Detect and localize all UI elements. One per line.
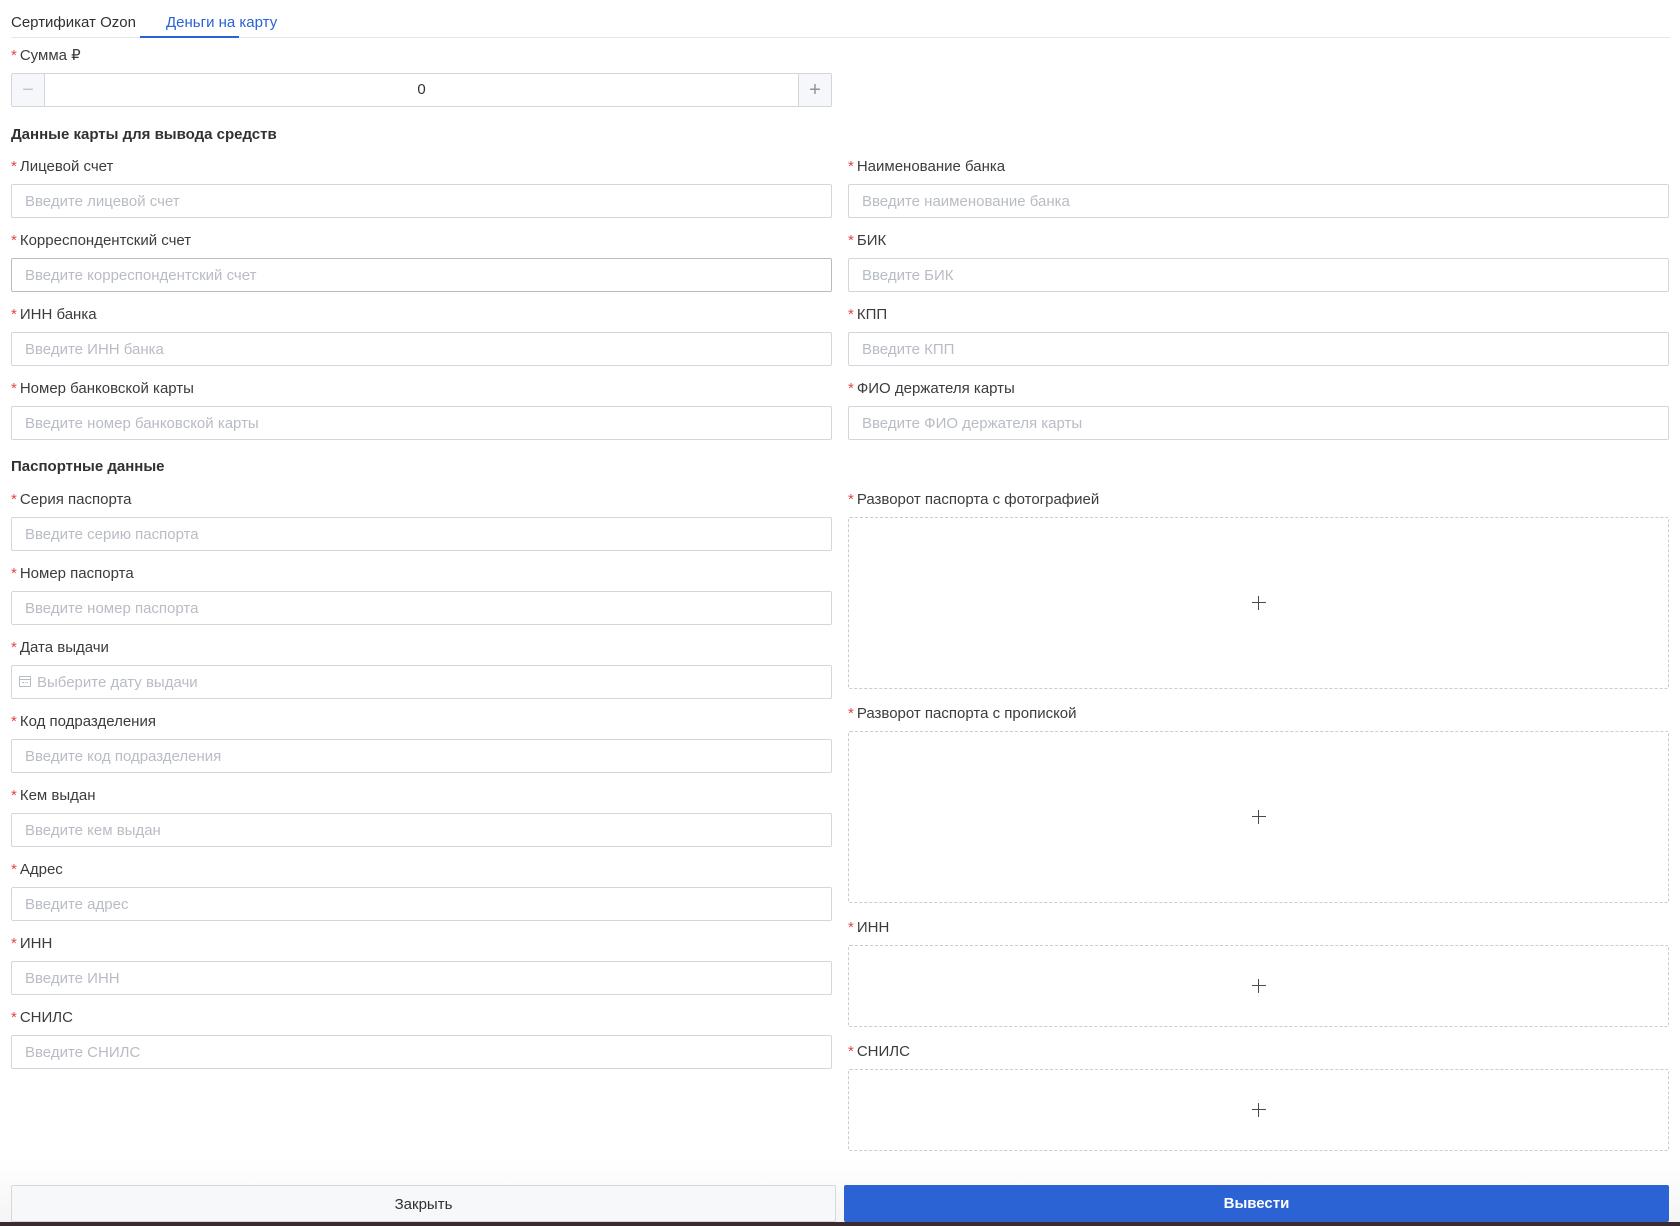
- personal-account-input[interactable]: [11, 184, 832, 218]
- address-input[interactable]: [11, 887, 832, 921]
- personal-account-label: * Лицевой счет: [11, 158, 114, 175]
- issued-by-label: * Кем выдан: [11, 787, 96, 804]
- plus-icon: [1251, 1103, 1266, 1117]
- bik-label: * БИК: [848, 232, 887, 249]
- inn-upload[interactable]: [848, 945, 1669, 1027]
- passport-section-title: Паспортные данные: [11, 458, 165, 475]
- kpp-input[interactable]: [848, 332, 1669, 366]
- card-section-title: Данные карты для вывода средств: [11, 126, 277, 143]
- address-label: * Адрес: [11, 861, 63, 878]
- close-button[interactable]: Закрыть: [11, 1185, 836, 1222]
- bik-input[interactable]: [848, 258, 1669, 292]
- card-number-label: * Номер банковской карты: [11, 380, 194, 397]
- bank-inn-input[interactable]: [11, 332, 832, 366]
- bottom-edge: [0, 1222, 1680, 1226]
- amount-label: * Сумма ₽: [11, 47, 81, 64]
- calendar-icon: [19, 676, 31, 687]
- amount-value[interactable]: 0: [45, 74, 798, 106]
- plus-icon: [1251, 810, 1266, 824]
- amount-stepper[interactable]: − 0 +: [11, 73, 832, 107]
- passport-series-label: * Серия паспорта: [11, 491, 132, 508]
- passport-number-input[interactable]: [11, 591, 832, 625]
- bank-name-input[interactable]: [848, 184, 1669, 218]
- passport-registration-upload[interactable]: [848, 731, 1669, 903]
- card-number-input[interactable]: [11, 406, 832, 440]
- withdraw-button[interactable]: Вывести: [844, 1185, 1669, 1222]
- holder-name-label: * ФИО держателя карты: [848, 380, 1015, 397]
- passport-series-input[interactable]: [11, 517, 832, 551]
- active-tab-indicator: [140, 36, 239, 38]
- decrease-button[interactable]: −: [12, 74, 45, 106]
- snils-label: * СНИЛС: [11, 1009, 73, 1026]
- plus-icon: [1251, 596, 1266, 610]
- plus-icon: [1251, 979, 1266, 993]
- passport-number-label: * Номер паспорта: [11, 565, 134, 582]
- issue-date-picker[interactable]: [11, 665, 832, 699]
- tab-ozon-certificate[interactable]: Сертификат Ozon: [11, 14, 136, 32]
- inn-label: * ИНН: [11, 935, 53, 952]
- division-code-label: * Код подразделения: [11, 713, 156, 730]
- issue-date-label: * Дата выдачи: [11, 639, 109, 656]
- holder-name-input[interactable]: [848, 406, 1669, 440]
- tab-bar: Сертификат Ozon Деньги на карту: [11, 0, 1670, 38]
- corr-account-input[interactable]: [11, 258, 832, 292]
- inn-input[interactable]: [11, 961, 832, 995]
- kpp-label: * КПП: [848, 306, 888, 323]
- passport-photo-upload-label: * Разворот паспорта с фотографией: [848, 491, 1100, 508]
- bank-inn-label: * ИНН банка: [11, 306, 97, 323]
- withdrawal-form-page: Сертификат Ozon Деньги на карту * Сумма ₽…: [0, 0, 1680, 1226]
- increase-button[interactable]: +: [798, 74, 831, 106]
- passport-photo-upload[interactable]: [848, 517, 1669, 689]
- inn-upload-label: * ИНН: [848, 919, 890, 936]
- passport-registration-upload-label: * Разворот паспорта с пропиской: [848, 705, 1077, 722]
- required-mark: *: [11, 47, 17, 64]
- snils-upload-label: * СНИЛС: [848, 1043, 910, 1060]
- issue-date-input[interactable]: [11, 665, 832, 699]
- corr-account-label: * Корреспондентский счет: [11, 232, 192, 249]
- snils-input[interactable]: [11, 1035, 832, 1069]
- snils-upload[interactable]: [848, 1069, 1669, 1151]
- division-code-input[interactable]: [11, 739, 832, 773]
- issued-by-input[interactable]: [11, 813, 832, 847]
- bank-name-label: * Наименование банка: [848, 158, 1006, 175]
- tab-money-to-card[interactable]: Деньги на карту: [166, 14, 277, 32]
